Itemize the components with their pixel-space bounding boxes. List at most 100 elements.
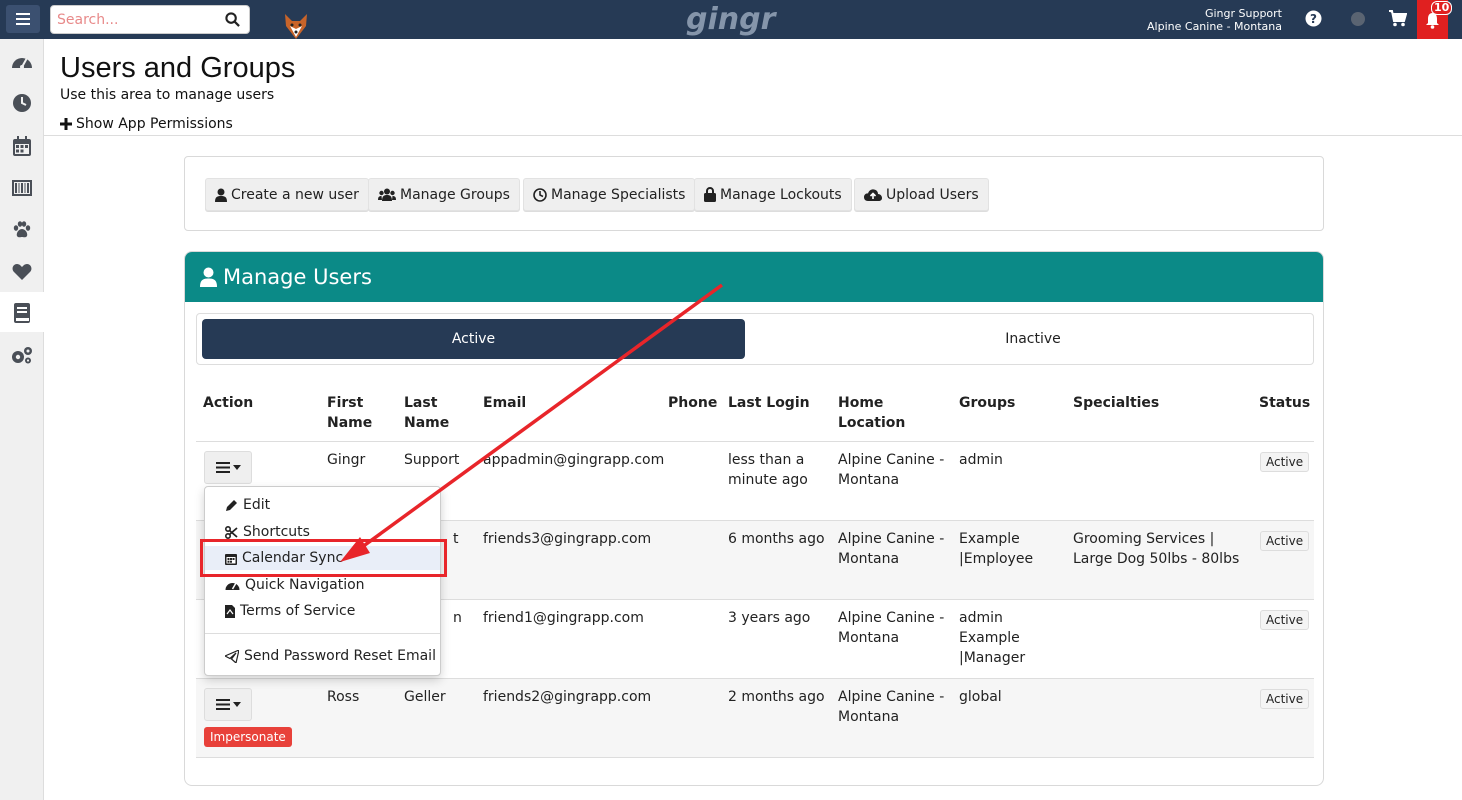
cart-icon[interactable] (1389, 10, 1407, 27)
row-home-location-line1: Alpine Canine - (838, 531, 945, 547)
create-user-label: Create a new user (231, 186, 359, 203)
column-header-first-name[interactable]: First Name (327, 393, 372, 433)
file-pdf-icon (225, 604, 235, 618)
column-header-specialties[interactable]: Specialties (1073, 393, 1159, 413)
svg-text:?: ? (1310, 12, 1317, 26)
header-divider (44, 135, 1462, 136)
row-first-name: Gingr (327, 452, 366, 468)
gingr-logo[interactable]: gingr (686, 2, 775, 37)
page-subtitle: Use this area to manage users (60, 87, 275, 103)
row-last-login: 2 months ago (728, 689, 825, 705)
menu-item-edit-label: Edit (243, 497, 271, 513)
pencil-icon (226, 499, 237, 511)
manage-lockouts-button[interactable]: Manage Lockouts (694, 178, 852, 211)
row-action-menu-button[interactable] (204, 451, 252, 484)
top-bar: gingr Gingr Support Alpine Canine - Mont… (0, 0, 1462, 39)
list-icon (215, 699, 230, 710)
caret-down-icon (232, 465, 241, 470)
upload-users-button[interactable]: Upload Users (854, 178, 989, 211)
lock-icon (704, 187, 716, 202)
column-header-home-location[interactable]: Home Location (838, 393, 905, 433)
row-specialties-line2: Large Dog 50lbs - 80lbs (1073, 551, 1240, 567)
sidebar-item-settings[interactable] (10, 343, 34, 367)
paw-icon (13, 221, 31, 238)
impersonate-button[interactable]: Impersonate (204, 727, 292, 747)
row-action-menu-button[interactable] (204, 688, 252, 721)
search-input[interactable] (57, 10, 217, 30)
menu-toggle-button[interactable] (6, 5, 40, 33)
scissors-icon (225, 525, 238, 539)
status-badge: Active (1260, 531, 1310, 551)
gears-icon (12, 347, 32, 364)
sidebar-item-reports[interactable] (10, 301, 34, 325)
row-home-location: Alpine Canine - Montana (838, 687, 944, 727)
row-home-location-line2: Montana (838, 551, 900, 567)
row-home-location-line2: Montana (838, 630, 900, 646)
create-user-button[interactable]: Create a new user (205, 178, 369, 211)
manage-users-title: Manage Users (223, 265, 372, 289)
sidebar-item-barcode[interactable] (10, 176, 34, 200)
search-box (50, 5, 250, 34)
annotation-highlight-box (200, 539, 447, 577)
table-divider (196, 757, 1314, 758)
menu-item-reset-password-label: Send Password Reset Email (244, 648, 436, 664)
manage-users-header: Manage Users (185, 252, 1323, 302)
status-badge: Active (1260, 610, 1310, 630)
manage-specialists-button[interactable]: Manage Specialists (523, 178, 696, 211)
column-header-groups[interactable]: Groups (959, 393, 1015, 413)
menu-item-quick-navigation-label: Quick Navigation (245, 577, 365, 593)
user-location: Alpine Canine - Montana (1147, 20, 1282, 33)
row-last-login-line1: less than a (728, 452, 805, 468)
search-icon[interactable] (225, 12, 240, 27)
row-groups: admin Example |Manager (959, 608, 1025, 668)
column-header-status[interactable]: Status (1259, 393, 1310, 413)
menu-item-send-password-reset[interactable]: Send Password Reset Email (205, 644, 440, 668)
plus-icon (60, 118, 72, 130)
menu-item-terms-of-service[interactable]: Terms of Service (205, 599, 440, 623)
row-last-name: t (453, 531, 459, 547)
column-header-last-name[interactable]: Last Name (404, 393, 449, 433)
row-groups-line1: Example (959, 531, 1020, 547)
row-specialties: Grooming Services | Large Dog 50lbs - 80l… (1073, 529, 1239, 569)
book-icon (14, 303, 30, 323)
column-header-last-login[interactable]: Last Login (728, 393, 810, 413)
user-info[interactable]: Gingr Support Alpine Canine - Montana (1147, 7, 1282, 33)
row-email: friends3@gingrapp.com (483, 531, 652, 547)
sidebar-item-history[interactable] (10, 91, 34, 115)
menu-item-terms-label: Terms of Service (240, 603, 356, 619)
sidebar-item-favorites[interactable] (10, 260, 34, 284)
status-badge: Active (1260, 452, 1310, 472)
column-header-home-location-line2: Location (838, 415, 906, 431)
manage-specialists-label: Manage Specialists (551, 186, 686, 203)
page-title: Users and Groups (60, 52, 296, 84)
user-name: Gingr Support (1204, 7, 1282, 20)
show-app-permissions-toggle[interactable]: Show App Permissions (60, 116, 233, 132)
clock-outline-icon (533, 187, 547, 202)
tab-inactive[interactable]: Inactive (757, 319, 1309, 359)
fox-mascot-icon (285, 14, 307, 39)
row-last-login-line2: minute ago (728, 472, 808, 488)
sidebar-item-calendar[interactable] (10, 134, 34, 158)
manage-groups-button[interactable]: Manage Groups (368, 178, 520, 211)
row-home-location-line1: Alpine Canine - (838, 610, 945, 626)
row-home-location: Alpine Canine - Montana (838, 529, 944, 569)
column-header-email[interactable]: Email (483, 393, 526, 413)
upload-users-label: Upload Users (886, 186, 979, 203)
sidebar-item-dashboard[interactable] (10, 49, 34, 73)
tab-active[interactable]: Active (202, 319, 745, 359)
status-dot-icon[interactable] (1351, 12, 1365, 26)
column-header-phone[interactable]: Phone (668, 393, 717, 413)
notifications-button[interactable]: 10 (1417, 0, 1453, 39)
caret-down-icon (232, 702, 241, 707)
sidebar-item-pets[interactable] (10, 218, 34, 242)
help-icon[interactable]: ? (1305, 10, 1322, 27)
column-header-first-name-line2: Name (327, 415, 373, 431)
row-home-location-line2: Montana (838, 709, 900, 725)
row-action-dropdown: Edit Shortcuts Calendar Sync Quick Navig… (204, 486, 441, 676)
users-icon (378, 188, 396, 201)
row-groups: Example |Employee (959, 529, 1033, 569)
row-last-name: Support (404, 452, 460, 468)
menu-item-edit[interactable]: Edit (205, 493, 440, 517)
row-groups: global (959, 689, 1002, 705)
table-divider (196, 678, 1314, 679)
